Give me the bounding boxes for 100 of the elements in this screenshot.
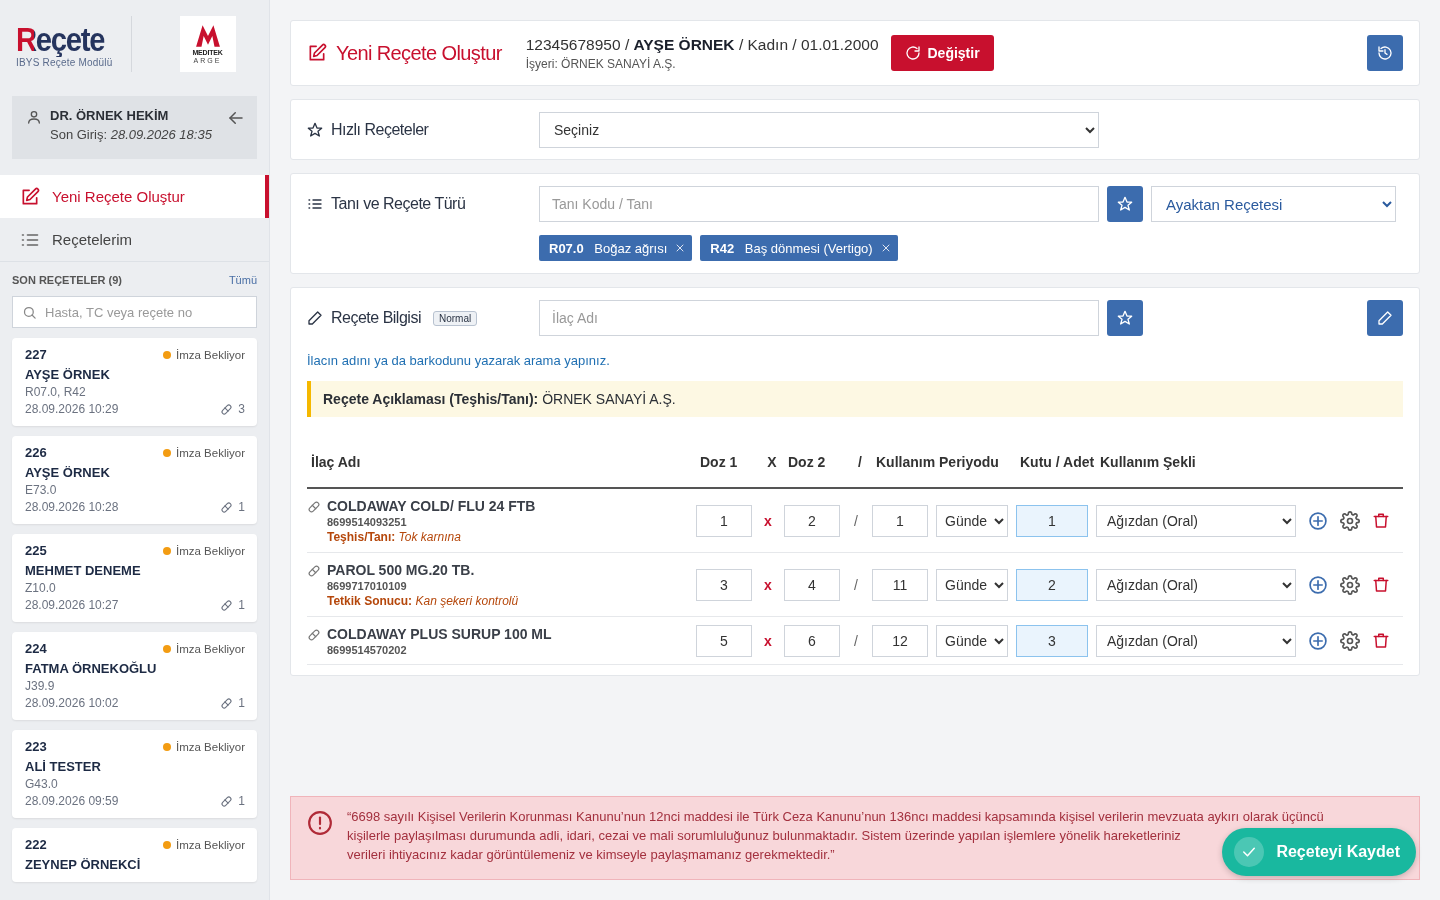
delete-button[interactable] — [1372, 575, 1390, 594]
prescription-date: 28.09.2026 10:02 — [25, 696, 119, 710]
times-sign: x — [763, 512, 773, 529]
quantity-field[interactable]: 3 — [1016, 624, 1088, 657]
settings-button[interactable] — [1340, 574, 1360, 595]
diagnosis-field[interactable]: Tanı Kodu / Tanı — [539, 186, 1099, 222]
diagnosis-tag[interactable]: R42 Baş dönmesi (Vertigo) — [700, 235, 898, 261]
recent-prescription-card[interactable]: 225 İmza Bekliyor MEHMET DENEME Z10.0 28.09.2026 10:27 1 — [12, 534, 257, 622]
recent-prescription-card[interactable]: 222 İmza Bekliyor ZEYNEP ÖRNEKCİ — [12, 828, 257, 882]
dose-field[interactable]: 6 — [784, 624, 840, 657]
drug-barcode: 8699514093251 — [327, 516, 408, 528]
diagnosis-codes: R07.0, R42 — [25, 385, 87, 399]
star-icon — [307, 121, 323, 138]
usage-select[interactable]: Ağızdan (Oral) — [1096, 568, 1296, 601]
delete-button[interactable] — [1372, 631, 1390, 650]
period-field[interactable]: 12 — [872, 624, 928, 657]
list-icon — [307, 196, 323, 212]
patient-name: ALİ TESTER — [25, 759, 102, 774]
drug-barcode: 8699717010109 — [327, 580, 408, 592]
recent-prescription-card[interactable]: 227 İmza Bekliyor AYŞE ÖRNEK R07.0, R42 28.09.2026 10:29 3 — [12, 338, 257, 426]
prescription-number: 223 — [25, 739, 47, 754]
star-icon — [1117, 310, 1133, 326]
settings-button[interactable] — [1340, 630, 1360, 651]
prescription-number: 225 — [25, 543, 47, 558]
period-field[interactable]: 11 — [872, 568, 928, 601]
per-sign: / — [853, 512, 859, 529]
favorites-button[interactable] — [1107, 300, 1143, 336]
section-label: Hızlı Reçeteler — [331, 120, 429, 139]
prescription-type-badge: Normal — [432, 310, 478, 326]
pill-icon — [220, 598, 234, 612]
drug-search-field[interactable]: İlaç Adı — [539, 300, 1099, 336]
dose-field[interactable]: 1 — [696, 504, 752, 537]
quantity-field[interactable]: 2 — [1016, 568, 1088, 601]
prescription-number: 226 — [25, 445, 47, 460]
view-all-link[interactable]: Tümü — [228, 274, 257, 286]
check-icon — [1234, 837, 1265, 867]
add-button[interactable] — [1308, 574, 1328, 595]
delete-button[interactable] — [1372, 511, 1390, 530]
section-title: SON REÇETELER (9) — [12, 274, 122, 286]
status-label: İmza Bekliyor — [175, 544, 245, 557]
column-header: Kullanım Periyodu — [876, 454, 1000, 470]
drug-note: Tetkik Sonucu: Kan şekeri kontrolü — [327, 594, 519, 608]
favorites-button[interactable] — [1107, 186, 1143, 222]
recent-prescription-card[interactable]: 226 İmza Bekliyor AYŞE ÖRNEK E73.0 28.09.2026 10:28 1 — [12, 436, 257, 524]
prescription-date: 28.09.2026 10:28 — [25, 500, 119, 514]
edit-icon — [20, 186, 40, 207]
change-patient-button[interactable]: Değiştir — [890, 35, 994, 71]
times-sign: x — [763, 576, 773, 593]
dose-field[interactable]: 5 — [696, 624, 752, 657]
nav-item[interactable]: Reçetelerim — [0, 218, 269, 261]
drug-barcode: 8699514570202 — [327, 644, 408, 656]
diagnosis-tag[interactable]: R07.0 Boğaz ağrısı — [539, 235, 693, 261]
period-unit-select[interactable]: Günde — [936, 624, 1008, 657]
star-icon — [1117, 196, 1133, 212]
diagnosis-codes: E73.0 — [25, 483, 58, 497]
quantity-field[interactable]: 1 — [1016, 504, 1088, 537]
dose-field[interactable]: 4 — [784, 568, 840, 601]
settings-icon — [1340, 574, 1360, 595]
column-header: Kutu / Adet — [1020, 453, 1096, 472]
user-icon — [26, 109, 42, 125]
patient-name: AYŞE ÖRNEK — [25, 367, 111, 382]
prescription-number: 224 — [25, 641, 47, 656]
status-label: İmza Bekliyor — [175, 838, 245, 851]
notice-text: verileri ihtiyacınız kadar görüntülemeniz ve kimseyle paylaşmamanız gerekmektedir.” — [347, 847, 835, 863]
period-unit-select[interactable]: Günde — [936, 504, 1008, 537]
logo-subtitle: IBYS Reçete Modülü — [16, 56, 114, 68]
prescription-number: 222 — [25, 837, 47, 852]
add-button[interactable] — [1308, 510, 1328, 531]
per-sign: / — [853, 632, 859, 649]
drug-count: 3 — [238, 402, 245, 416]
period-unit-select[interactable]: Günde — [936, 568, 1008, 601]
dose-field[interactable]: 2 — [784, 504, 840, 537]
search-field[interactable]: Hasta, TC veya reçete no — [12, 296, 257, 328]
section-label: Tanı ve Reçete Türü — [331, 195, 466, 213]
usage-select[interactable]: Ağızdan (Oral) — [1096, 624, 1296, 657]
usage-select[interactable]: Ağızdan (Oral) — [1096, 504, 1296, 537]
period-field[interactable]: 1 — [872, 504, 928, 537]
patient-name: ZEYNEP ÖRNEKCİ — [25, 857, 142, 872]
nav-item[interactable]: Yeni Reçete Oluştur — [0, 175, 269, 218]
status-label: İmza Bekliyor — [175, 446, 245, 459]
dose-field[interactable]: 3 — [696, 568, 752, 601]
edit-button[interactable] — [1367, 300, 1403, 336]
search-icon — [22, 305, 37, 320]
page-title: Yeni Reçete Oluştur — [336, 41, 502, 65]
quick-prescription-select[interactable]: Seçiniz — [539, 111, 1099, 148]
add-button[interactable] — [1308, 630, 1328, 651]
prescription-type-select[interactable]: Ayaktan Reçetesi — [1151, 186, 1396, 222]
recent-prescription-card[interactable]: 224 İmza Bekliyor FATMA ÖRNEKOĞLU J39.9 28.09.2026 10:02 1 — [12, 632, 257, 720]
status-label: İmza Bekliyor — [175, 642, 245, 655]
drug-count: 1 — [238, 696, 245, 710]
history-button[interactable] — [1367, 35, 1403, 71]
add-icon — [1308, 510, 1328, 531]
settings-button[interactable] — [1340, 510, 1360, 531]
pill-icon — [307, 500, 321, 514]
patient-name: MEHMET DENEME — [25, 563, 142, 578]
recent-prescription-card[interactable]: 223 İmza Bekliyor ALİ TESTER G43.0 28.09.2026 09:59 1 — [12, 730, 257, 818]
drug-note: Teşhis/Tanı: Tok karnına — [327, 530, 462, 544]
trash-icon — [1372, 511, 1390, 530]
diagnosis-codes: Z10.0 — [25, 581, 57, 595]
drug-count: 1 — [238, 500, 245, 514]
